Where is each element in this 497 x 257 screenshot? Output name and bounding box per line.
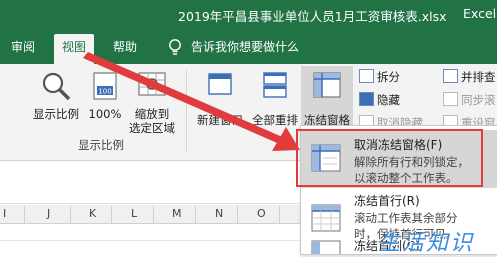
freeze-top-row-icon bbox=[311, 204, 341, 232]
column-divider bbox=[279, 205, 280, 223]
tab-help[interactable]: 帮助 bbox=[113, 38, 137, 55]
side-by-side-label: 并排查 bbox=[461, 70, 496, 84]
column-header[interactable]: K bbox=[89, 207, 96, 220]
group-divider bbox=[186, 70, 187, 152]
zoom-group-label: 显示比例 bbox=[78, 138, 124, 152]
title-bar: 2019年平昌县事业单位人员1月工资审核表.xlsx Excel bbox=[0, 0, 497, 30]
100-percent-icon: 100 bbox=[93, 72, 117, 100]
tab-view[interactable]: 视图 bbox=[54, 34, 95, 64]
column-header[interactable]: M bbox=[172, 207, 182, 220]
hide-button[interactable]: 隐藏 bbox=[359, 92, 400, 108]
new-window-button[interactable]: 新建窗口 bbox=[192, 70, 248, 127]
window-title: 2019年平昌县事业单位人员1月工资审核表.xlsx bbox=[178, 9, 447, 24]
arrange-all-label: 全部重排 bbox=[252, 113, 298, 127]
column-divider bbox=[237, 205, 238, 223]
split-button[interactable]: 拆分 bbox=[359, 69, 400, 85]
watermark: 生活知识 bbox=[378, 231, 475, 256]
zoom-selection-label-2: 选定区域 bbox=[129, 121, 175, 135]
column-header[interactable]: I bbox=[3, 207, 6, 220]
arrange-all-button[interactable]: 全部重排 bbox=[249, 70, 301, 127]
column-header[interactable]: N bbox=[215, 207, 223, 220]
freeze-panes-icon bbox=[313, 72, 341, 98]
zoom-button-label: 显示比例 bbox=[33, 107, 79, 121]
freeze-top-row-desc-1: 滚动工作表其余部分 bbox=[354, 211, 458, 225]
zoom-selection-icon bbox=[138, 72, 166, 96]
tell-me-search[interactable]: 告诉我你想要做什么 bbox=[191, 38, 299, 55]
ribbon-tab-strip: 审阅 视图 帮助 告诉我你想要做什么 bbox=[0, 30, 497, 64]
tab-review[interactable]: 审阅 bbox=[11, 38, 35, 55]
arrange-all-icon bbox=[263, 72, 287, 98]
zoom-to-selection-button[interactable]: 缩放到 选定区域 bbox=[126, 70, 178, 135]
magnifier-icon bbox=[42, 72, 71, 101]
lightbulb-icon bbox=[169, 39, 181, 55]
zoom-100-label: 100% bbox=[88, 107, 122, 121]
zoom-button[interactable]: 显示比例 bbox=[30, 70, 82, 121]
new-window-icon bbox=[208, 73, 232, 95]
column-divider bbox=[195, 205, 196, 223]
side-by-side-button[interactable]: 并排查 bbox=[443, 69, 496, 85]
svg-text:100: 100 bbox=[98, 88, 111, 96]
new-window-label: 新建窗口 bbox=[197, 113, 243, 127]
zoom-100-button[interactable]: 100 100% bbox=[88, 70, 122, 121]
column-divider bbox=[70, 205, 71, 223]
app-name: Excel bbox=[463, 6, 497, 21]
freeze-top-row-title: 冻结首行(R) bbox=[354, 194, 420, 208]
column-header[interactable]: J bbox=[47, 207, 50, 220]
split-label: 拆分 bbox=[377, 70, 400, 84]
column-divider bbox=[111, 205, 112, 223]
side-by-side-icon bbox=[443, 69, 458, 83]
highlight-box bbox=[296, 129, 483, 187]
freeze-first-column-icon bbox=[311, 240, 341, 254]
freeze-panes-button[interactable]: 冻结窗格 bbox=[301, 66, 353, 134]
sync-scroll-icon bbox=[443, 92, 458, 106]
column-header[interactable]: L bbox=[131, 207, 137, 220]
sync-scroll-label: 同步滚 bbox=[461, 93, 496, 107]
column-divider bbox=[153, 205, 154, 223]
column-header[interactable]: O bbox=[257, 207, 266, 220]
hide-label: 隐藏 bbox=[377, 93, 400, 107]
hide-icon bbox=[359, 92, 374, 106]
column-divider bbox=[24, 205, 25, 223]
sync-scroll-button[interactable]: 同步滚 bbox=[443, 92, 496, 108]
split-icon bbox=[359, 69, 374, 83]
zoom-selection-label-1: 缩放到 bbox=[134, 107, 170, 121]
